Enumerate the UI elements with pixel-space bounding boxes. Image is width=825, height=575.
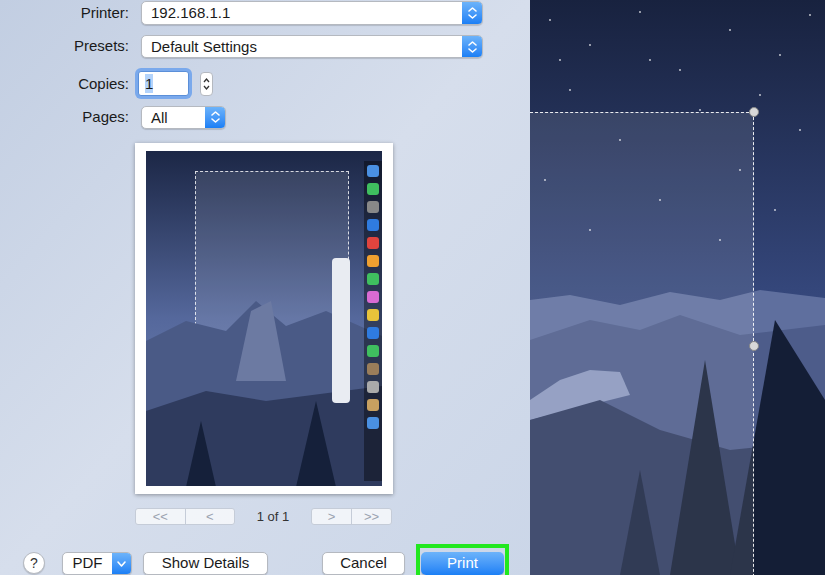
page-indicator-text: 1 of 1	[257, 509, 290, 524]
nav-button[interactable]: <<	[136, 509, 185, 524]
preview-image	[146, 151, 382, 486]
dock-app-icon	[367, 255, 379, 267]
preview-dock	[364, 161, 382, 481]
dock-app-icon	[367, 183, 379, 195]
stepper-icon	[202, 75, 211, 93]
menu-arrow	[112, 553, 131, 574]
copies-row: Copies: 1	[0, 71, 530, 97]
up-down-icon	[466, 5, 479, 21]
nav-button[interactable]: <	[185, 509, 235, 524]
copies-label-text: Copies:	[78, 75, 129, 92]
dialog-button[interactable]: Cancel	[322, 552, 405, 575]
selection-rectangle[interactable]	[530, 112, 754, 575]
printer-row: Printer: 192.168.1.1	[0, 1, 530, 25]
pages-popup-value: All	[142, 107, 205, 128]
desktop-wallpaper	[530, 0, 825, 575]
copies-field[interactable]: 1	[138, 71, 189, 96]
nav-button-label: >>	[364, 509, 379, 524]
dock-app-icon	[367, 201, 379, 213]
copies-value: 1	[145, 74, 153, 93]
dock-app-icon	[367, 273, 379, 285]
print-preview	[135, 143, 393, 494]
popup-arrows	[462, 36, 482, 57]
dock-app-icon	[367, 309, 379, 321]
nav-button-label: >	[328, 509, 336, 524]
print-dialog: Printer: 192.168.1.1 Presets: Default Setti…	[0, 0, 530, 575]
nav-group: <<<	[135, 508, 235, 525]
pages-label: Pages:	[0, 106, 129, 129]
printer-popup-value: 192.168.1.1	[142, 2, 462, 24]
button-highlight: Show Details	[143, 552, 268, 575]
dock-app-icon	[367, 291, 379, 303]
nav-button-label: <	[206, 509, 214, 524]
printer-popup[interactable]: 192.168.1.1	[141, 1, 483, 25]
help-button[interactable]: ?	[23, 552, 45, 574]
dock-app-icon	[367, 363, 379, 375]
page-indicator: 1 of 1	[235, 507, 311, 527]
dock-app-icon	[367, 165, 379, 177]
nav-button-label: <<	[153, 509, 168, 524]
button-label: Cancel	[340, 552, 387, 575]
presets-label: Presets:	[0, 35, 129, 58]
print-label: Print	[447, 552, 478, 575]
button-highlight: ?	[23, 552, 45, 575]
dialog-button[interactable]: Show Details	[143, 552, 268, 575]
dock-app-icon	[367, 237, 379, 249]
presets-row: Presets: Default Settings	[0, 35, 530, 58]
presets-label-text: Presets:	[74, 37, 129, 54]
button-highlight: Print	[416, 544, 509, 575]
button-bar: ? PDF Show Details Cancel Print	[0, 544, 530, 575]
pages-label-text: Pages:	[82, 108, 129, 125]
nav-button[interactable]: >	[312, 509, 351, 524]
pages-popup[interactable]: All	[141, 106, 226, 129]
copies-stepper[interactable]	[200, 72, 213, 96]
presets-popup[interactable]: Default Settings	[141, 35, 483, 58]
printer-label-text: Printer:	[81, 4, 129, 21]
up-down-icon	[209, 109, 222, 125]
dock-app-icon	[367, 327, 379, 339]
nav-button[interactable]: >>	[351, 509, 391, 524]
resize-handle[interactable]	[749, 107, 759, 117]
popup-arrows	[205, 107, 225, 128]
button-highlight: Cancel	[322, 552, 405, 575]
dock-app-icon	[367, 381, 379, 393]
nav-group: >>>	[311, 508, 392, 525]
resize-handle[interactable]	[749, 341, 759, 351]
dock-app-icon	[367, 219, 379, 231]
dock-app-icon	[367, 399, 379, 411]
button-label: Show Details	[162, 552, 250, 575]
page-navigation: <<<1 of 1>>>	[135, 508, 530, 525]
preview-toolbar	[332, 258, 350, 403]
printer-label: Printer:	[0, 2, 129, 25]
pages-row: Pages: All	[0, 106, 530, 129]
button-highlight: PDF	[62, 552, 132, 575]
dock-app-icon	[367, 417, 379, 429]
copies-label: Copies:	[0, 73, 129, 96]
pdf-menu-button[interactable]: PDF	[62, 552, 132, 575]
print-button[interactable]: Print	[421, 552, 504, 575]
dock-app-icon	[367, 345, 379, 357]
help-label: ?	[30, 553, 38, 574]
chevron-down-icon	[116, 560, 127, 568]
up-down-icon	[466, 39, 479, 55]
pdf-label: PDF	[73, 552, 103, 575]
presets-popup-value: Default Settings	[142, 36, 462, 57]
popup-arrows	[462, 2, 482, 24]
